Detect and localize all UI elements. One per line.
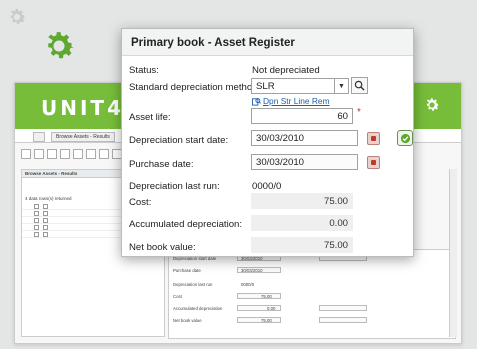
start-date-label: Depreciation start date: bbox=[129, 135, 229, 146]
status-label: Status: bbox=[129, 65, 159, 76]
bg-field[interactable] bbox=[319, 317, 367, 323]
bg-value: 0.00 bbox=[267, 306, 276, 311]
screenshot-stage: UNIT4 Browse Assets - Results Browse Ass… bbox=[0, 0, 477, 349]
bg-label: Accumulated depreciation bbox=[173, 306, 223, 311]
bg-field[interactable] bbox=[319, 305, 367, 311]
toolbar-button[interactable] bbox=[73, 149, 83, 159]
start-date-value: 30/03/2010 bbox=[256, 133, 305, 144]
confirm-button[interactable] bbox=[397, 130, 413, 146]
nbv-value: 75.00 bbox=[323, 240, 348, 251]
bg-value: 30/03/2010 bbox=[241, 268, 263, 273]
required-marker: * bbox=[357, 107, 361, 118]
asset-life-input[interactable]: 60 bbox=[251, 108, 353, 124]
method-link-text: Dpn Str Line Rem bbox=[263, 96, 330, 106]
unit4-logo: UNIT4 bbox=[41, 96, 124, 120]
detail-panel: Depreciation start date 30/03/2010 Purch… bbox=[168, 249, 456, 339]
scrollbar[interactable] bbox=[449, 169, 457, 337]
cost-value: 75.00 bbox=[323, 196, 348, 207]
method-label: Standard depreciation method: bbox=[129, 82, 261, 93]
last-run-value: 0000/0 bbox=[252, 181, 282, 192]
check-circle-icon bbox=[400, 133, 410, 143]
bg-label: Depreciation last run bbox=[173, 282, 213, 287]
purchase-date-value: 30/03/2010 bbox=[256, 157, 305, 168]
purchase-date-label: Purchase date: bbox=[129, 159, 194, 170]
life-label: Asset life: bbox=[129, 112, 171, 123]
toolbar-button[interactable] bbox=[34, 149, 44, 159]
asset-register-dialog: Primary book - Asset Register Status: No… bbox=[121, 28, 414, 257]
bg-label: Purchase date bbox=[173, 268, 201, 273]
search-icon bbox=[354, 80, 365, 91]
bg-field[interactable] bbox=[237, 317, 281, 323]
gear-icon-green bbox=[48, 32, 74, 59]
bg-value: 75.00 bbox=[261, 294, 272, 299]
gear-icon-white bbox=[426, 98, 440, 111]
calendar-icon[interactable] bbox=[367, 156, 380, 169]
tab-home-icon[interactable] bbox=[33, 132, 45, 142]
purchase-date-input[interactable]: 30/03/2010 bbox=[251, 154, 358, 170]
cost-field: 75.00 bbox=[251, 193, 353, 209]
dialog-title: Primary book - Asset Register bbox=[122, 29, 413, 56]
method-link[interactable]: Dpn Str Line Rem bbox=[252, 96, 330, 106]
toolbar-button[interactable] bbox=[86, 149, 96, 159]
depreciation-method-select[interactable]: SLR ▼ bbox=[251, 78, 349, 94]
last-run-label: Depreciation last run: bbox=[129, 181, 220, 192]
nbv-field: 75.00 bbox=[251, 237, 353, 253]
lookup-link-icon bbox=[252, 97, 261, 106]
bg-value: 0000/0 bbox=[241, 282, 255, 287]
accumulated-label: Accumulated depreciation: bbox=[129, 219, 243, 230]
toolbar-button[interactable] bbox=[47, 149, 57, 159]
cost-label: Cost: bbox=[129, 197, 152, 208]
start-date-input[interactable]: 30/03/2010 bbox=[251, 130, 358, 146]
nbv-label: Net book value: bbox=[129, 242, 196, 253]
accumulated-value: 0.00 bbox=[329, 218, 348, 229]
tab-browse-assets[interactable]: Browse Assets - Results bbox=[51, 132, 115, 142]
toolbar-button[interactable] bbox=[21, 149, 31, 159]
asset-life-value: 60 bbox=[337, 111, 348, 122]
search-button[interactable] bbox=[351, 77, 368, 94]
calendar-icon[interactable] bbox=[367, 132, 380, 145]
bg-label: Net book value bbox=[173, 318, 202, 323]
chevron-down-icon[interactable]: ▼ bbox=[334, 79, 348, 93]
gear-icon-grey bbox=[10, 8, 26, 25]
toolbar-button[interactable] bbox=[60, 149, 70, 159]
method-value: SLR bbox=[256, 81, 275, 92]
accumulated-field: 0.00 bbox=[251, 215, 353, 231]
status-value: Not depreciated bbox=[252, 65, 320, 76]
bg-field[interactable] bbox=[237, 293, 281, 299]
bg-label: Cost bbox=[173, 294, 182, 299]
toolbar-button[interactable] bbox=[99, 149, 109, 159]
bg-value: 75.00 bbox=[261, 318, 272, 323]
